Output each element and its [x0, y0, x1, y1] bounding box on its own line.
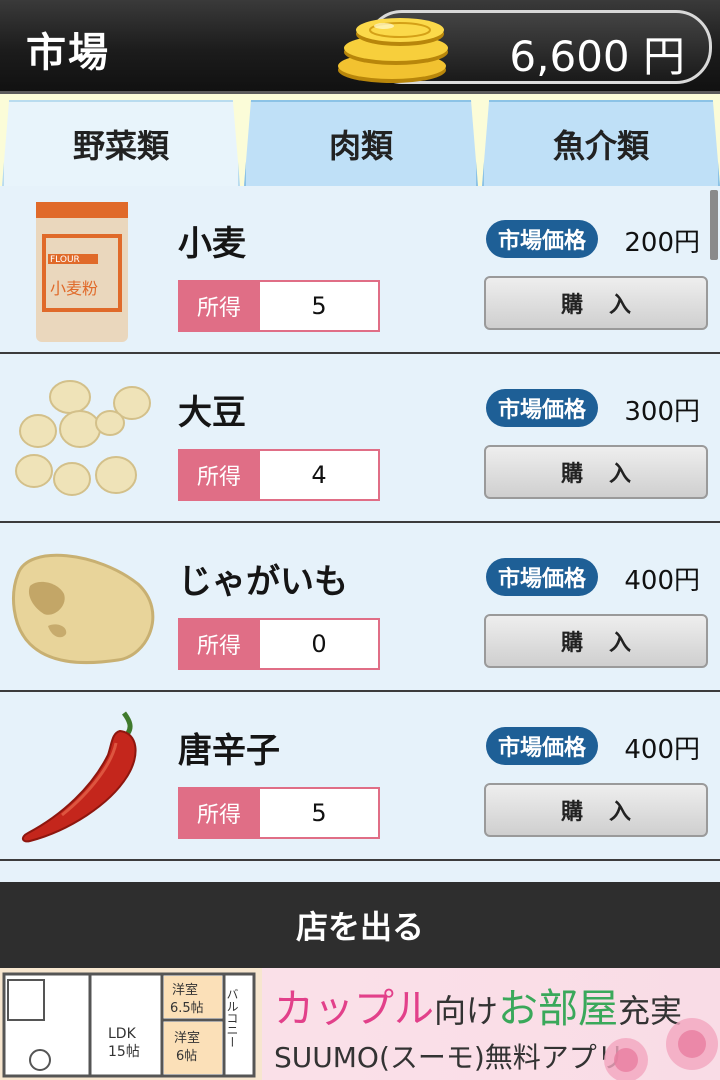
list-item: FLOUR 小麦粉 小麦 所得 5 市場価格 200円 購入	[0, 186, 720, 354]
tab-meat[interactable]: 肉類	[244, 100, 478, 186]
buy-button[interactable]: 購入	[484, 614, 708, 668]
plan-label: 15帖	[108, 1044, 140, 1060]
tab-vegetables[interactable]: 野菜類	[2, 100, 240, 186]
owned-label: 所得	[178, 787, 260, 839]
owned-count: 5	[258, 787, 380, 839]
market-price-badge: 市場価格	[486, 727, 598, 765]
plan-label: 洋室	[174, 1030, 200, 1046]
tab-seafood[interactable]: 魚介類	[482, 100, 720, 186]
owned-count: 5	[258, 280, 380, 332]
list-item: じゃがいも 所得 0 市場価格 400円 購入	[0, 524, 720, 692]
ad-headline-part: 向け	[434, 992, 499, 1030]
item-name: じゃがいも	[178, 562, 348, 602]
app-header: 市場 6,600 円	[0, 0, 720, 94]
item-list[interactable]: FLOUR 小麦粉 小麦 所得 5 市場価格 200円 購入 大豆 所得 4 市…	[0, 186, 720, 882]
item-name: 大豆	[178, 393, 246, 433]
buy-button[interactable]: 購入	[484, 445, 708, 499]
plan-label: 6帖	[176, 1049, 197, 1064]
plan-label: バルコニー	[225, 988, 239, 1048]
flour-bag-icon: FLOUR 小麦粉	[36, 202, 128, 342]
owned-count: 4	[258, 449, 380, 501]
flour-label-jp: 小麦粉	[50, 279, 98, 298]
gold-coins-icon	[338, 18, 448, 83]
item-price: 300円	[624, 397, 700, 427]
plan-label: 6.5帖	[170, 1001, 204, 1016]
item-name: 小麦	[178, 224, 246, 264]
ad-headline-part: カップル	[274, 986, 434, 1032]
buy-button[interactable]: 購入	[484, 276, 708, 330]
potato-icon	[12, 553, 155, 665]
item-price: 400円	[624, 566, 700, 596]
page-title: 市場	[26, 30, 110, 76]
market-price-badge: 市場価格	[486, 389, 598, 427]
item-price: 400円	[624, 735, 700, 765]
category-tabs: 野菜類 肉類 魚介類	[0, 94, 720, 186]
list-item: 大豆 所得 4 市場価格 300円 購入	[0, 355, 720, 523]
chili-pepper-icon	[22, 711, 137, 843]
market-price-badge: 市場価格	[486, 558, 598, 596]
floor-plan-image: 洋室 6.5帖 LDK 15帖 洋室 6帖 バルコニー	[0, 968, 262, 1080]
owned-label: 所得	[178, 618, 260, 670]
market-price-badge: 市場価格	[486, 220, 598, 258]
flour-label-text: FLOUR	[50, 255, 80, 265]
owned-count: 0	[258, 618, 380, 670]
rose-decoration-icon	[604, 1018, 718, 1080]
list-item: 唐辛子 所得 5 市場価格 400円 購入	[0, 693, 720, 861]
owned-label: 所得	[178, 449, 260, 501]
ad-subtext: SUUMO(スーモ)無料アプリ	[274, 1041, 625, 1074]
item-price: 200円	[624, 228, 700, 258]
soybeans-icon	[15, 380, 151, 496]
plan-label: 洋室	[172, 982, 198, 998]
money-amount: 6,600 円	[509, 32, 685, 81]
item-name: 唐辛子	[178, 731, 280, 771]
ad-banner[interactable]: 洋室 6.5帖 LDK 15帖 洋室 6帖 バルコニー カップル向けお部屋充実 …	[0, 968, 720, 1080]
plan-label: LDK	[108, 1026, 137, 1042]
owned-label: 所得	[178, 280, 260, 332]
buy-button[interactable]: 購入	[484, 783, 708, 837]
exit-shop-button[interactable]: 店を出る	[0, 882, 720, 968]
